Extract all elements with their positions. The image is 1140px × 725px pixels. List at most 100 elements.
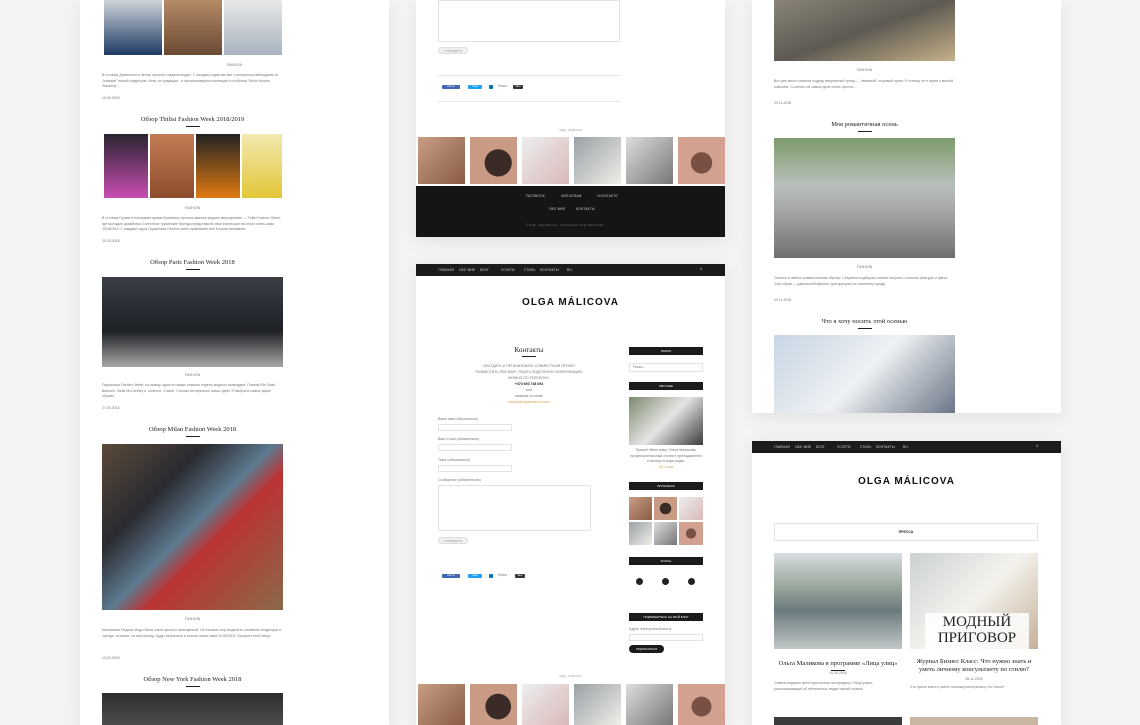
site-logo[interactable]: OLGA MÁLICOVA	[752, 476, 1061, 487]
message-textarea[interactable]	[438, 485, 591, 531]
contact-phone[interactable]: +373 693 748 094	[438, 382, 620, 388]
instagram-photo[interactable]	[678, 137, 725, 184]
press-image[interactable]	[774, 717, 902, 725]
subscribe-button[interactable]: ПОДПИСАТЬСЯ	[629, 645, 664, 653]
instagram-photo[interactable]	[418, 137, 465, 184]
nav-style[interactable]: СТИЛЬ	[860, 445, 872, 449]
footer-link-instagram[interactable]: INSTAGRAM	[561, 194, 582, 198]
nav-contacts[interactable]: КОНТАКТЫ	[540, 268, 559, 272]
footer-link-facebook[interactable]: FACEBOOK	[526, 194, 545, 198]
field-label: Ваше имя (обязательно)	[438, 417, 478, 421]
post-image[interactable]	[242, 134, 282, 198]
post-image[interactable]	[104, 134, 148, 198]
share-button[interactable]: Share	[498, 573, 507, 579]
nav-contacts[interactable]: КОНТАКТЫ	[876, 445, 895, 449]
post-title[interactable]: Обзор Tbilisi Fashion Week 2018/2019	[80, 116, 305, 123]
nav-style[interactable]: СТИЛЬ	[524, 268, 536, 272]
post-image[interactable]	[102, 444, 283, 610]
press-image[interactable]	[910, 717, 1038, 725]
about-more-link[interactable]: Об о мне	[629, 465, 703, 471]
instagram-photo[interactable]	[654, 497, 677, 520]
nav-about[interactable]: ОБО МНЕ	[459, 268, 475, 272]
instagram-photo[interactable]	[629, 522, 652, 545]
email-input[interactable]	[438, 444, 512, 451]
footer-link-about[interactable]: ОБО МНЕ	[549, 207, 565, 211]
subject-input[interactable]	[438, 465, 512, 472]
nav-home[interactable]: ГЛАВНАЯ	[438, 268, 454, 272]
post-image[interactable]	[102, 277, 283, 367]
site-logo[interactable]: OLGA MÁLICOVA	[416, 297, 725, 308]
post-image[interactable]	[196, 134, 240, 198]
facebook-like-button[interactable]: Like 14	[442, 574, 460, 578]
instagram-label[interactable]: olga_malicova	[416, 128, 725, 134]
nav-services[interactable]: УСЛУГИ	[837, 445, 851, 449]
post-title[interactable]: Обзор Paris Fashion Week 2018	[80, 259, 305, 266]
instagram-photo[interactable]	[522, 137, 569, 184]
linkedin-icon[interactable]	[489, 574, 493, 578]
instagram-photo[interactable]	[654, 522, 677, 545]
comment-submit-button[interactable]: ОТПРАВИТЬ	[438, 47, 468, 54]
contact-email-prompt: написав на email:	[514, 394, 544, 398]
contact-email[interactable]: contact@olgamalicova.com	[438, 400, 620, 406]
instagram-photo[interactable]	[418, 684, 465, 725]
post-date: 13.03.2018	[102, 656, 120, 660]
post-image[interactable]	[102, 693, 283, 725]
share-button[interactable]: Share	[498, 84, 507, 90]
instagram-photo[interactable]	[470, 137, 517, 184]
post-image[interactable]	[150, 134, 194, 198]
post-title[interactable]: Обзор New York Fashion Week 2018	[80, 676, 305, 683]
subscribe-email-input[interactable]	[629, 634, 703, 641]
instagram-photo[interactable]	[679, 522, 703, 545]
instagram-photo[interactable]	[574, 137, 621, 184]
post-image[interactable]	[774, 138, 955, 258]
instagram-photo[interactable]	[626, 137, 673, 184]
instagram-photo[interactable]	[574, 684, 621, 725]
nav-blog[interactable]: БЛОГ	[480, 268, 489, 272]
comment-textarea[interactable]	[438, 0, 620, 42]
instagram-label[interactable]: olga_malicova	[416, 674, 725, 680]
search-icon[interactable]: ⚲	[700, 267, 703, 271]
nav-about[interactable]: ОБО МНЕ	[795, 445, 811, 449]
title-underline	[522, 356, 536, 357]
instagram-photo[interactable]	[470, 684, 517, 725]
footer-link-contacts[interactable]: КОНТАКТЫ	[576, 207, 595, 211]
nav-home[interactable]: ГЛАВНАЯ	[774, 445, 790, 449]
tweet-button[interactable]: Tweet	[468, 85, 482, 89]
press-image[interactable]	[774, 553, 902, 649]
instagram-photo[interactable]	[629, 497, 652, 520]
press-overlay-text: МОДНЫЙ ПРИГОВОР	[937, 614, 1017, 646]
post-image[interactable]	[164, 0, 222, 55]
press-title[interactable]: Журнал Бизнес Класс: Что нужно знать и у…	[910, 658, 1038, 674]
contact-submit-button[interactable]: ОТПРАВИТЬ	[438, 537, 468, 544]
press-title[interactable]: Ольга Маликова в программе «Лица улиц»	[774, 660, 902, 667]
tweet-button[interactable]: Tweet	[468, 574, 482, 578]
facebook-like-button[interactable]: Like 14	[442, 85, 460, 89]
save-button[interactable]: Save	[513, 85, 523, 89]
post-title[interactable]: Обзор Milan Fashion Week 2018	[80, 426, 305, 433]
post-image[interactable]	[104, 0, 162, 55]
contact-line: ОБСУДИТЬ И ОРГАНИЗОВАТЬ СОВМЕСТНЫЙ ПРОЕК…	[482, 364, 576, 368]
nav-lang[interactable]: RU	[567, 268, 572, 272]
name-input[interactable]	[438, 424, 512, 431]
post-title[interactable]: Моя романтичная осень	[752, 121, 977, 128]
instagram-photo[interactable]	[679, 497, 703, 520]
post-title[interactable]: Что я хочу носить этой осенью	[752, 318, 977, 325]
facebook-icon[interactable]	[636, 578, 643, 585]
instagram-photo[interactable]	[522, 684, 569, 725]
post-image[interactable]	[774, 0, 955, 61]
footer-link-vkontakte[interactable]: VKONTAKTE	[597, 194, 618, 198]
instagram-photo[interactable]	[626, 684, 673, 725]
nav-services[interactable]: УСЛУГИ	[501, 268, 515, 272]
save-button[interactable]: Save	[515, 574, 525, 578]
nav-blog[interactable]: БЛОГ	[816, 445, 825, 449]
instagram-photo[interactable]	[678, 684, 725, 725]
main-nav: ГЛАВНАЯ ОБО МНЕ БЛОГ УСЛУГИ СТИЛЬ КОНТАК…	[752, 441, 1061, 453]
linkedin-icon[interactable]	[489, 85, 493, 89]
instagram-icon[interactable]	[662, 578, 669, 585]
post-image[interactable]	[224, 0, 282, 55]
search-icon[interactable]: ⚲	[1036, 444, 1039, 448]
vkontakte-icon[interactable]	[688, 578, 695, 585]
nav-lang[interactable]: RU	[903, 445, 908, 449]
about-photo[interactable]	[629, 397, 703, 445]
post-image[interactable]	[774, 335, 955, 413]
